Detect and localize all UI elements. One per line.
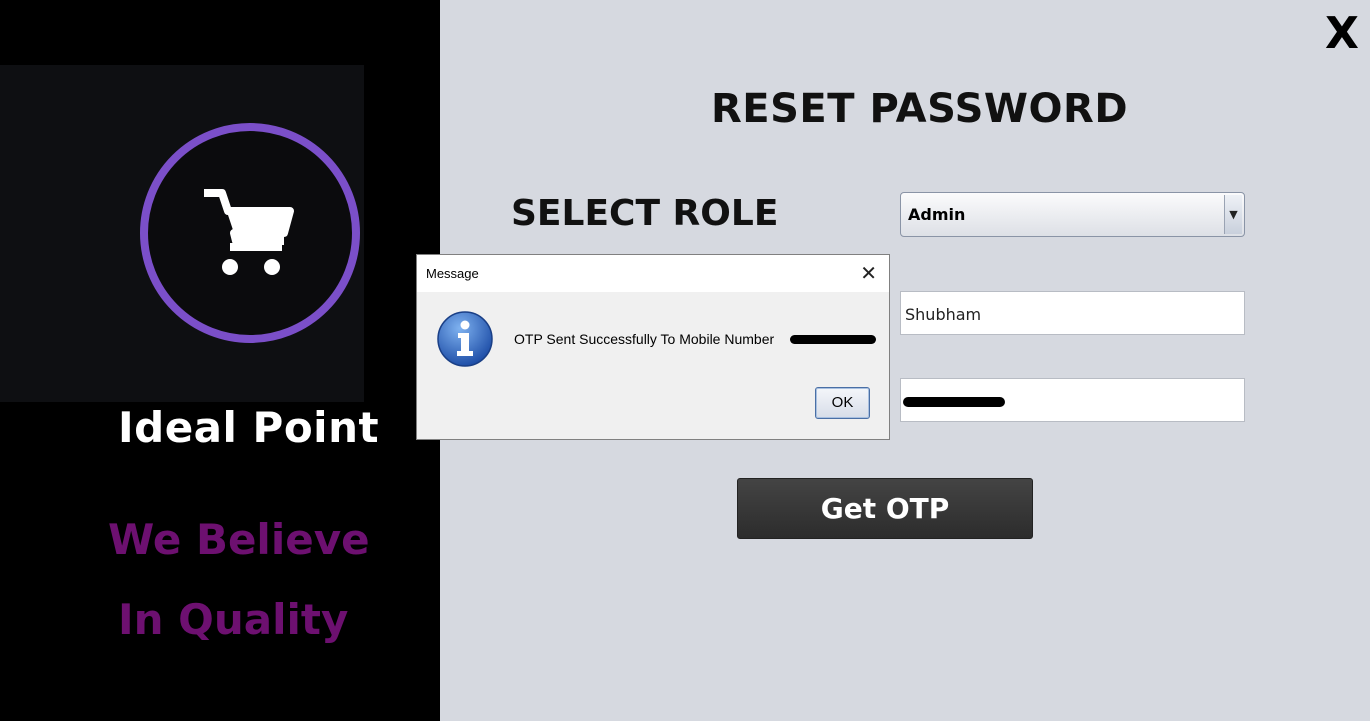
role-label: SELECT ROLE — [511, 193, 779, 234]
window-close-button[interactable]: X — [1325, 8, 1359, 59]
role-select[interactable]: Admin ▼ — [900, 192, 1245, 237]
redacted-mobile-number — [903, 397, 1005, 407]
ok-button[interactable]: OK — [815, 387, 870, 419]
info-icon — [437, 311, 493, 367]
dialog-title: Message — [426, 266, 479, 281]
mobile-number-field[interactable] — [900, 378, 1245, 422]
username-field[interactable]: Shubham — [900, 291, 1245, 335]
get-otp-button[interactable]: Get OTP — [737, 478, 1033, 539]
tagline-line2: In Quality — [118, 595, 349, 644]
brand-name: Ideal Point — [118, 403, 380, 452]
dialog-close-icon[interactable]: ✕ — [860, 261, 877, 285]
shopping-cart-icon — [204, 189, 294, 275]
page-title: RESET PASSWORD — [711, 86, 1129, 132]
role-selected-value: Admin — [908, 205, 966, 224]
message-dialog: Message ✕ OTP Sent Successfully To Mobil… — [416, 254, 890, 440]
chevron-down-icon[interactable]: ▼ — [1224, 195, 1242, 234]
tagline-line1: We Believe — [108, 515, 370, 564]
dialog-title-bar[interactable]: Message ✕ — [417, 255, 889, 292]
username-value: Shubham — [905, 305, 982, 324]
redacted-mobile-number — [790, 335, 876, 344]
brand-panel: Ideal Point We Believe In Quality — [0, 0, 440, 721]
dialog-message: OTP Sent Successfully To Mobile Number — [514, 331, 775, 347]
